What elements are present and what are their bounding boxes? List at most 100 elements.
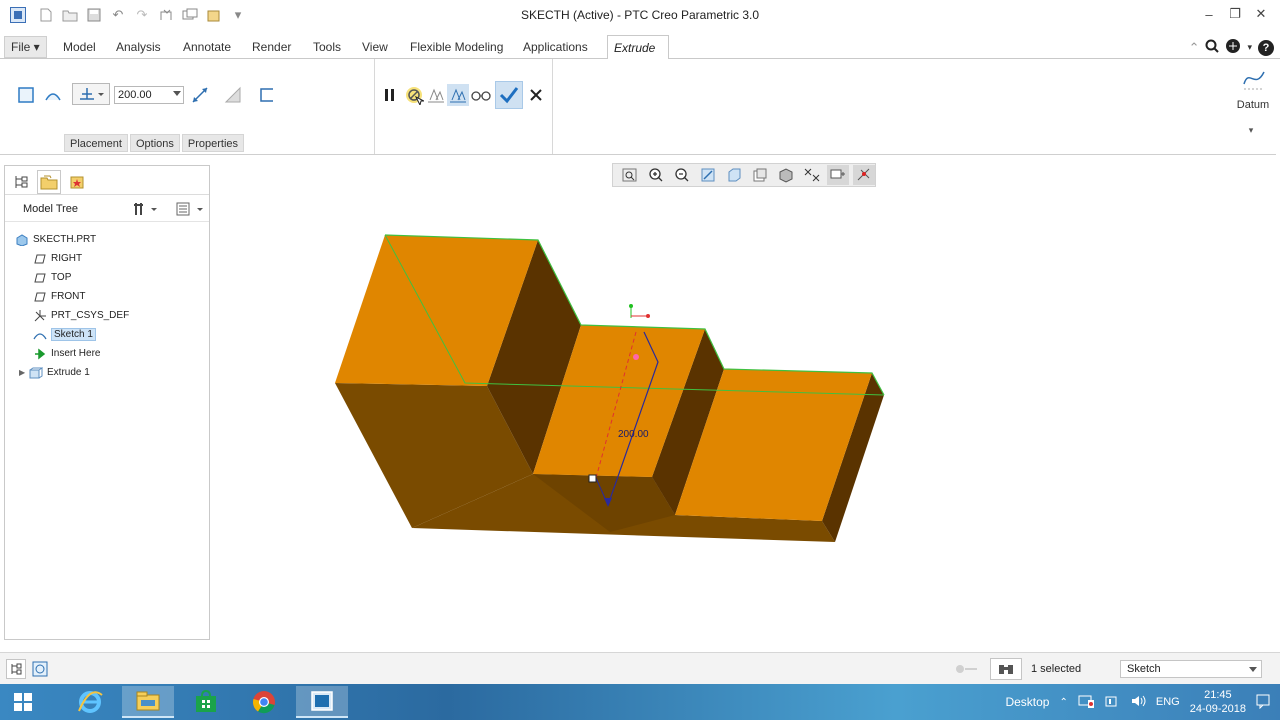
drag-handle-top[interactable] (633, 354, 639, 360)
tree-item-insert-here[interactable]: Insert Here (5, 344, 209, 363)
subtab-properties[interactable]: Properties (181, 134, 245, 152)
network-warning-icon[interactable] (1078, 694, 1094, 711)
extrude-subtabs: Placement Options Properties (64, 134, 245, 152)
favorites-tab-icon[interactable] (65, 170, 89, 194)
tab-flexible-modeling[interactable]: Flexible Modeling (404, 35, 509, 59)
tab-view[interactable]: View (356, 35, 394, 59)
find-icon[interactable] (990, 658, 1022, 680)
depth-value-input[interactable]: 200.00 (114, 86, 184, 104)
spin-center-icon[interactable] (853, 165, 875, 185)
folder-browser-tab-icon[interactable] (37, 170, 61, 194)
tab-analysis[interactable]: Analysis (110, 35, 167, 59)
datum-icon[interactable] (1240, 65, 1268, 93)
tab-extrude[interactable]: Extrude (607, 35, 669, 60)
tree-item-front[interactable]: FRONT (5, 287, 209, 306)
tree-item-sketch[interactable]: Sketch 1 (5, 325, 209, 344)
tree-item-label: Extrude 1 (47, 367, 90, 378)
tab-tools[interactable]: Tools (307, 35, 347, 59)
annotation-display-icon[interactable] (827, 165, 849, 185)
tree-item-right[interactable]: RIGHT (5, 249, 209, 268)
display-style-icon[interactable] (775, 165, 797, 185)
selection-filter-value: Sketch (1127, 663, 1161, 675)
ribbon-right-controls: ⌃ ▾ ? (1189, 38, 1274, 57)
thicken-sketch-icon[interactable] (256, 84, 278, 106)
close-icon[interactable]: ✕ (1250, 4, 1272, 24)
tree-item-part[interactable]: SKECTH.PRT (5, 230, 209, 249)
minimize-ribbon-icon[interactable]: ⌃ (1189, 40, 1200, 56)
tab-render[interactable]: Render (246, 35, 297, 59)
pause-icon[interactable] (379, 84, 401, 106)
help-icon[interactable]: ? (1258, 39, 1274, 56)
tree-settings-icon[interactable] (133, 201, 161, 220)
tab-file[interactable]: File ▾ (4, 36, 47, 58)
store-icon[interactable] (180, 686, 232, 718)
language-indicator[interactable]: ENG (1156, 696, 1180, 708)
zoom-in-icon[interactable] (645, 165, 667, 185)
surface-icon[interactable] (42, 84, 64, 106)
tree-item-top[interactable]: TOP (5, 268, 209, 287)
file-explorer-icon[interactable] (122, 686, 174, 718)
minimize-icon[interactable]: – (1198, 4, 1220, 24)
depth-dropdown-icon[interactable] (173, 91, 181, 96)
tree-item-label: FRONT (51, 291, 86, 302)
subtab-placement[interactable]: Placement (64, 134, 128, 152)
zoom-out-icon[interactable] (671, 165, 693, 185)
clock-time: 21:45 (1204, 689, 1232, 701)
windows-taskbar: Desktop ⌃ ENG 21:45 24-09-2018 (0, 684, 1280, 720)
drag-handle-square[interactable] (588, 474, 597, 483)
datum-dropdown-icon[interactable]: ▾ (1241, 121, 1261, 139)
notifications-icon[interactable] (1256, 693, 1270, 712)
model-tree-tab-icon[interactable] (9, 170, 33, 194)
cancel-x-button[interactable] (525, 84, 547, 106)
datum-label[interactable]: Datum (1232, 99, 1274, 111)
view-manager-icon[interactable] (749, 165, 771, 185)
datum-display-filters-icon[interactable] (801, 165, 823, 185)
start-button[interactable] (0, 686, 46, 718)
search-icon[interactable] (1205, 39, 1220, 56)
no-preview-icon[interactable] (403, 84, 425, 106)
depth-type-dropdown[interactable] (72, 83, 110, 105)
refit-icon[interactable] (619, 165, 641, 185)
flip-direction-icon[interactable] (189, 84, 211, 106)
saved-orientations-icon[interactable] (723, 165, 745, 185)
tree-filter-icon[interactable] (175, 201, 205, 220)
chrome-icon[interactable] (238, 686, 290, 718)
separate-preview-icon[interactable] (425, 84, 447, 106)
glasses-preview-icon[interactable] (470, 84, 492, 106)
solid-icon[interactable] (15, 84, 37, 106)
verify-preview-icon[interactable] (447, 84, 469, 106)
status-left-buttons (6, 659, 50, 679)
window-controls: – ❐ ✕ (1198, 4, 1272, 24)
show-navigator-icon[interactable] (6, 659, 26, 679)
model-viewport[interactable]: 200.00 (300, 210, 920, 570)
ok-checkmark-button[interactable] (495, 81, 523, 109)
internet-explorer-icon[interactable] (64, 686, 116, 718)
subtab-options[interactable]: Options (129, 134, 180, 152)
battery-icon[interactable] (1104, 694, 1120, 711)
show-browser-icon[interactable] (30, 659, 50, 679)
tree-item-extrude[interactable]: ▶ Extrude 1 (5, 363, 209, 382)
volume-icon[interactable] (1130, 694, 1146, 711)
tab-annotate[interactable]: Annotate (177, 35, 237, 59)
window-title: SKECTH (Active) - PTC Creo Parametric 3.… (520, 8, 760, 22)
community-icon[interactable] (1225, 38, 1241, 57)
tab-model[interactable]: Model (57, 35, 102, 59)
tree-item-label: TOP (51, 272, 72, 283)
desktop-toolbar-label[interactable]: Desktop (1005, 695, 1049, 709)
repaint-icon[interactable] (697, 165, 719, 185)
tab-applications[interactable]: Applications (517, 35, 594, 59)
depth-dimension-label[interactable]: 200.00 (618, 429, 649, 440)
clock[interactable]: 21:45 24-09-2018 (1190, 688, 1246, 716)
community-dropdown-icon[interactable]: ▾ (1247, 42, 1252, 53)
remove-material-icon[interactable] (222, 84, 244, 106)
expand-arrow-icon[interactable]: ▶ (19, 368, 29, 377)
chevron-up-icon[interactable]: ⌃ (1059, 697, 1067, 708)
creo-taskbar-icon[interactable] (296, 686, 348, 718)
model-tree-title: Model Tree (23, 203, 79, 215)
tree-item-csys[interactable]: PRT_CSYS_DEF (5, 306, 209, 325)
restore-icon[interactable]: ❐ (1224, 4, 1246, 24)
selection-filter-dropdown[interactable]: Sketch (1120, 660, 1262, 678)
graphics-toolbar (612, 163, 876, 187)
title-bar: ↶ ↷ ▾ SKECTH (Active) - PTC Creo Paramet… (0, 0, 1280, 30)
tree-item-label: PRT_CSYS_DEF (51, 310, 130, 321)
